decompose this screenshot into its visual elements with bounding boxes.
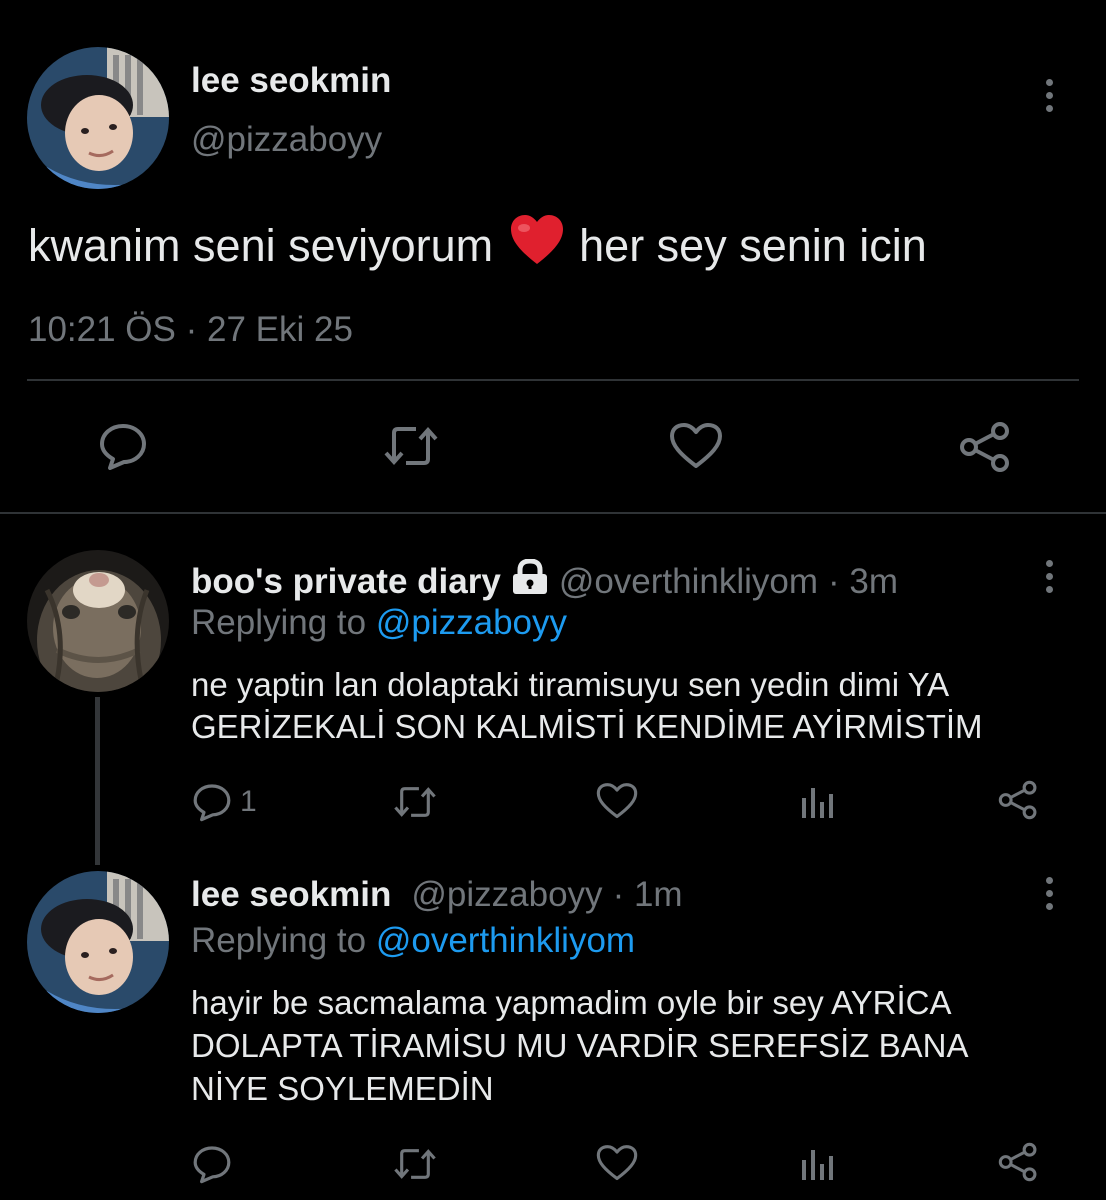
author-handle[interactable]: @overthinkliyom: [559, 562, 818, 602]
share-icon: [998, 780, 1037, 820]
author-name[interactable]: boo's private diary: [191, 562, 501, 602]
analytics-icon: [802, 1150, 833, 1180]
reply-text-line: GERİZEKALİ SON KALMİSTİ KENDİME AYİRMİST…: [191, 708, 983, 745]
more-dot: [1045, 92, 1053, 99]
reply-text-line: hayir be sacmalama yapmadim oyle bir sey…: [191, 984, 952, 1021]
tweet-timestamp[interactable]: 10:21 ÖS · 27 Eki 25: [28, 310, 353, 350]
replying-to: Replying to @pizzaboyy: [191, 603, 567, 643]
heart-icon: [596, 783, 638, 819]
reply-icon: [193, 1146, 231, 1184]
more-icon[interactable]: [1044, 79, 1054, 112]
more-icon[interactable]: [1044, 560, 1054, 593]
red-heart-emoji: [509, 214, 565, 277]
heart-icon: [670, 423, 722, 468]
more-dot: [1045, 105, 1053, 112]
share-icon: [960, 422, 1009, 472]
replying-to: Replying to @overthinkliyom: [191, 921, 635, 961]
more-icon[interactable]: [1044, 877, 1054, 910]
reply-header: lee seokmin @pizzaboyy · 1m: [191, 875, 683, 915]
share-icon: [998, 1142, 1037, 1182]
more-dot: [1045, 79, 1053, 86]
more-dot: [1045, 903, 1053, 910]
more-dot: [1045, 877, 1053, 884]
reply-text-line: NİYE SOYLEMEDİN: [191, 1070, 494, 1107]
divider: [27, 379, 1079, 381]
reply-icon: [100, 424, 146, 470]
thread-line: [95, 697, 100, 865]
reply-icon: [193, 784, 231, 822]
tweet-text-part2: her sey senin icin: [579, 219, 927, 271]
reply-button[interactable]: 1: [192, 782, 257, 822]
share-button[interactable]: [997, 780, 1039, 820]
reply-text-line: ne yaptin lan dolaptaki tiramisuyu sen y…: [191, 666, 950, 703]
author-name[interactable]: lee seokmin: [191, 61, 391, 101]
like-button[interactable]: [596, 782, 638, 820]
reply-count: 1: [240, 785, 257, 818]
share-button[interactable]: [958, 421, 1012, 473]
share-button[interactable]: [997, 1142, 1039, 1182]
retweet-button[interactable]: [392, 1146, 438, 1182]
replying-to-handle[interactable]: @pizzaboyy: [376, 603, 567, 642]
reply-text: hayir be sacmalama yapmadim oyle bir sey…: [191, 981, 968, 1110]
reply-button[interactable]: [192, 1144, 232, 1184]
analytics-icon: [802, 788, 833, 818]
tweet-text: kwanim seni seviyorum her sey senin icin: [28, 214, 927, 277]
more-dot: [1045, 586, 1053, 593]
avatar[interactable]: [27, 550, 169, 692]
reply-button[interactable]: [98, 422, 148, 470]
replying-to-label: Replying to: [191, 921, 367, 960]
retweet-icon: [394, 1149, 436, 1179]
retweet-icon: [394, 787, 436, 817]
views-button[interactable]: [800, 1146, 836, 1182]
more-dot: [1045, 573, 1053, 580]
reply-text: ne yaptin lan dolaptaki tiramisuyu sen y…: [191, 664, 983, 748]
views-button[interactable]: [800, 784, 836, 820]
divider: [0, 512, 1106, 514]
replying-to-label: Replying to: [191, 603, 367, 642]
author-handle[interactable]: @pizzaboyy: [411, 875, 602, 915]
retweet-button[interactable]: [392, 784, 438, 820]
more-dot: [1045, 890, 1053, 897]
reply-text-line: DOLAPTA TİRAMİSU MU VARDİR SEREFSİZ BANA: [191, 1027, 969, 1064]
author-handle[interactable]: @pizzaboyy: [191, 120, 382, 160]
lock-icon: [511, 558, 549, 604]
more-dot: [1045, 560, 1053, 567]
tweet-text-part1: kwanim seni seviyorum: [28, 219, 494, 271]
retweet-icon: [384, 426, 438, 466]
reply-time[interactable]: · 3m: [828, 562, 898, 602]
heart-icon: [596, 1145, 638, 1181]
retweet-button[interactable]: [382, 423, 440, 469]
replying-to-handle[interactable]: @overthinkliyom: [376, 921, 635, 960]
avatar[interactable]: [27, 47, 169, 189]
reply-header: boo's private diary @overthinkliyom · 3m: [191, 558, 898, 604]
author-name[interactable]: lee seokmin: [191, 875, 391, 915]
like-button[interactable]: [596, 1144, 638, 1182]
avatar[interactable]: [27, 871, 169, 1013]
like-button[interactable]: [669, 422, 723, 470]
reply-time[interactable]: · 1m: [613, 875, 683, 915]
